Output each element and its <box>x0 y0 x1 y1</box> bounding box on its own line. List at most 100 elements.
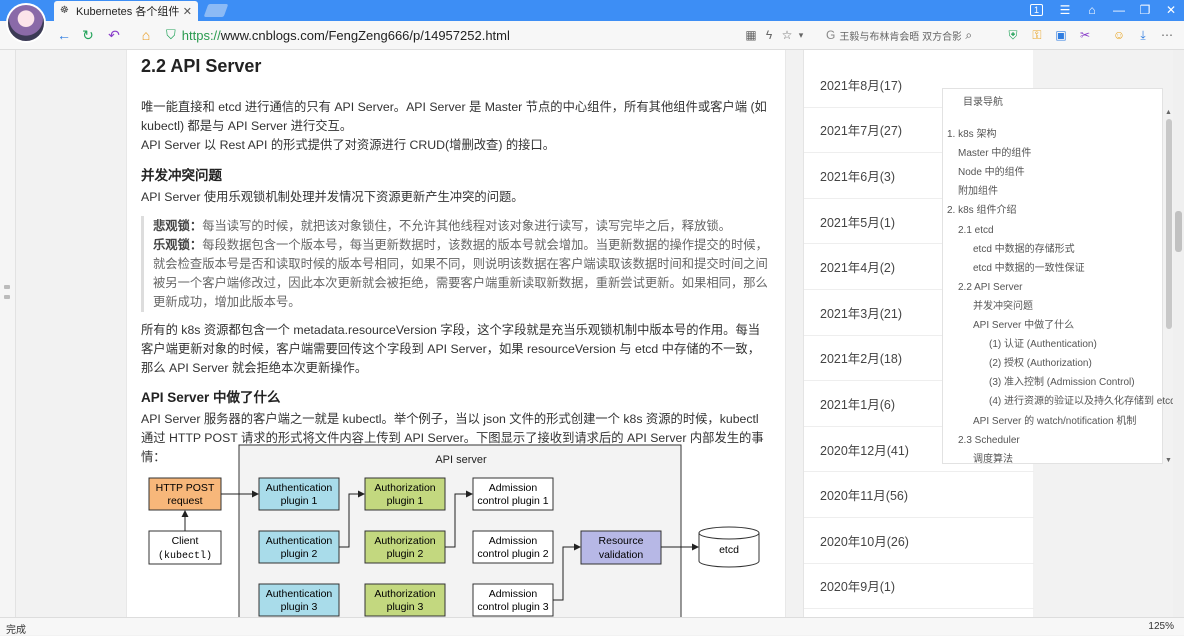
left-sidebar-strip <box>0 50 16 617</box>
skin-icon[interactable]: ⌂ <box>1083 2 1101 18</box>
toc-item[interactable]: API Server 的 watch/notification 机制 <box>973 415 1136 429</box>
toc-scroll-up-icon[interactable]: ▲ <box>1165 109 1172 116</box>
authn-1-line2: plugin 1 <box>281 495 318 507</box>
authn-3-line2: plugin 3 <box>281 601 318 613</box>
toc-scrollbar[interactable]: ▲ ▼ <box>1165 109 1173 464</box>
window-count-badge[interactable]: 1 <box>1030 4 1043 16</box>
resource-line1: Resource <box>599 535 644 547</box>
subheading-conflict: 并发冲突问题 <box>141 168 222 183</box>
toc-item[interactable]: (3) 准入控制 (Admission Control) <box>989 376 1135 390</box>
resource-validation-box: Resource validation <box>580 530 662 565</box>
toc-item[interactable]: API Server 中做了什么 <box>973 319 1074 333</box>
download-icon[interactable]: ⤓ <box>1136 25 1150 45</box>
authz-3-line1: Authorization <box>374 588 435 600</box>
authn-1-line1: Authentication <box>266 482 333 494</box>
address-bar[interactable]: ⛉ https://www.cnblogs.com/FengZeng666/p/… <box>166 24 740 46</box>
toc-title: 目录导航 <box>963 97 1003 108</box>
home-icon[interactable]: ⌂ <box>138 25 154 45</box>
toc-item[interactable]: Node 中的组件 <box>958 166 1025 180</box>
http-post-box: HTTP POST request <box>148 477 222 511</box>
user-avatar[interactable] <box>6 3 46 43</box>
toc-item[interactable]: etcd 中数据的一致性保证 <box>973 262 1085 276</box>
page-scroll-thumb[interactable] <box>1175 211 1182 252</box>
tab-close-icon[interactable]: ✕ <box>183 5 192 18</box>
back-icon[interactable]: ← <box>56 25 72 45</box>
admission-3-line1: Admission <box>489 588 538 600</box>
toc-item[interactable]: 1. k8s 架构 <box>947 128 996 142</box>
refresh-icon[interactable]: ↻ <box>80 25 96 45</box>
maximize-icon[interactable]: ❐ <box>1136 2 1154 18</box>
archive-item[interactable]: 2020年9月(1) <box>804 564 1034 610</box>
minimize-icon[interactable]: — <box>1110 2 1128 18</box>
authn-2-line1: Authentication <box>266 535 333 547</box>
toc-item[interactable]: 2.1 etcd <box>958 224 994 238</box>
api-server-label: API server <box>435 454 487 466</box>
page-scrollbar[interactable] <box>1173 50 1184 617</box>
admission-3-line2: control plugin 3 <box>477 601 548 613</box>
pessimistic-label: 悲观锁： <box>153 219 203 233</box>
sidebar-handle-icon[interactable] <box>4 295 10 299</box>
toc-item[interactable]: Master 中的组件 <box>958 147 1031 161</box>
optimistic-text: 每段数据包含一个版本号，每当更新数据时，该数据的版本号就会增加。当更新数据的操作… <box>153 238 768 309</box>
admission-1-line2: control plugin 1 <box>477 495 548 507</box>
subheading-what: API Server 中做了什么 <box>141 390 281 405</box>
search-box[interactable]: G 王毅与布林肯会晤 双方合影未 ⌕ <box>826 24 996 46</box>
toc-item[interactable]: 附加组件 <box>958 185 998 199</box>
authz-3-line2: plugin 3 <box>387 601 424 613</box>
etcd-label: etcd <box>719 544 739 556</box>
star-icon[interactable]: ☆ <box>780 25 794 45</box>
new-tab-button[interactable] <box>203 4 229 17</box>
title-bar: ☸ Kubernetes 各个组件的 ✕ 1 ☰ ⌂ — ❐ ✕ <box>0 0 1184 21</box>
authz-column: Authorization plugin 1 Authorization plu… <box>364 477 446 617</box>
authn-column: Authentication plugin 1 Authentication p… <box>258 477 340 617</box>
archive-item[interactable]: 2020年11月(56) <box>804 472 1034 518</box>
section-heading: 2.2 API Server <box>141 56 262 76</box>
page-content: 2.2 API Server 唯一能直接和 etcd 进行通信的只有 API S… <box>0 50 1184 617</box>
lightning-icon[interactable]: ϟ <box>762 25 776 45</box>
toc-scroll-down-icon[interactable]: ▼ <box>1165 457 1172 464</box>
dropdown-icon[interactable]: ▾ <box>796 25 806 45</box>
emoji-icon[interactable]: ☺ <box>1112 25 1126 45</box>
pessimistic-text: 每当读写的时候，就把该对象锁住，不允许其他线程对该对象进行读写，读写完毕之后，释… <box>202 219 731 233</box>
client-line1: Client <box>172 535 199 547</box>
zoom-level[interactable]: 125% <box>1148 621 1174 632</box>
url-path: /FengZeng666/p/14957252.html <box>324 27 510 43</box>
authz-2-line1: Authorization <box>374 535 435 547</box>
toc-item[interactable]: 调度算法 <box>973 453 1013 467</box>
http-post-line1: HTTP POST <box>156 482 215 494</box>
url-host: www.cnblogs.com <box>220 27 325 43</box>
scissors-icon[interactable]: ✂ <box>1078 25 1092 45</box>
admission-column: Admission control plugin 1 Admission con… <box>472 477 554 617</box>
qr-code-icon[interactable]: ▦ <box>744 25 758 45</box>
api-server-diagram: API server HTTP POST request Client (kub… <box>148 444 760 617</box>
authz-2-line2: plugin 2 <box>387 548 424 560</box>
conflict-paragraph: API Server 使用乐观锁机制处理并发情况下资源更新产生冲突的问题。 <box>141 190 524 204</box>
admission-1-line1: Admission <box>489 482 538 494</box>
authz-1-line2: plugin 1 <box>387 495 424 507</box>
toc-item[interactable]: etcd 中数据的存储形式 <box>973 243 1075 257</box>
url-text[interactable]: https://www.cnblogs.com/FengZeng666/p/14… <box>182 28 510 43</box>
more-icon[interactable]: ⋯ <box>1160 25 1174 45</box>
url-scheme: https:// <box>181 27 221 43</box>
sidebar-handle-icon[interactable] <box>4 285 10 289</box>
key-icon[interactable]: ⚿ <box>1030 25 1044 45</box>
tabs-icon[interactable]: ▣ <box>1054 25 1068 45</box>
toc-item[interactable]: (4) 进行资源的验证以及持久化存储到 etcd <box>989 395 1176 409</box>
toc-scroll-thumb[interactable] <box>1166 119 1172 329</box>
menu-icon[interactable]: ☰ <box>1056 2 1074 18</box>
close-window-icon[interactable]: ✕ <box>1162 2 1180 18</box>
toc-item[interactable]: 并发冲突问题 <box>973 300 1033 314</box>
version-paragraph: 所有的 k8s 资源都包含一个 metadata.resourceVersion… <box>141 323 761 375</box>
toc-item[interactable]: (2) 授权 (Authorization) <box>989 357 1092 371</box>
toc-item[interactable]: 2.3 Scheduler <box>958 434 1020 448</box>
browser-tab[interactable]: ☸ Kubernetes 各个组件的 ✕ <box>54 1 198 21</box>
toc-item[interactable]: 2. k8s 组件介绍 <box>947 204 1016 218</box>
shield-extension-icon[interactable]: ⛨ <box>1006 25 1020 45</box>
article-body: 2.2 API Server 唯一能直接和 etcd 进行通信的只有 API S… <box>126 50 786 617</box>
archive-item[interactable]: 2020年10月(26) <box>804 518 1034 564</box>
search-text: 王毅与布林肯会晤 双方合影未 <box>839 31 962 43</box>
toc-item[interactable]: (1) 认证 (Authentication) <box>989 338 1097 352</box>
undo-close-icon[interactable]: ↶ <box>104 25 124 45</box>
search-icon[interactable]: ⌕ <box>965 28 972 43</box>
toc-item[interactable]: 2.2 API Server <box>958 281 1022 295</box>
